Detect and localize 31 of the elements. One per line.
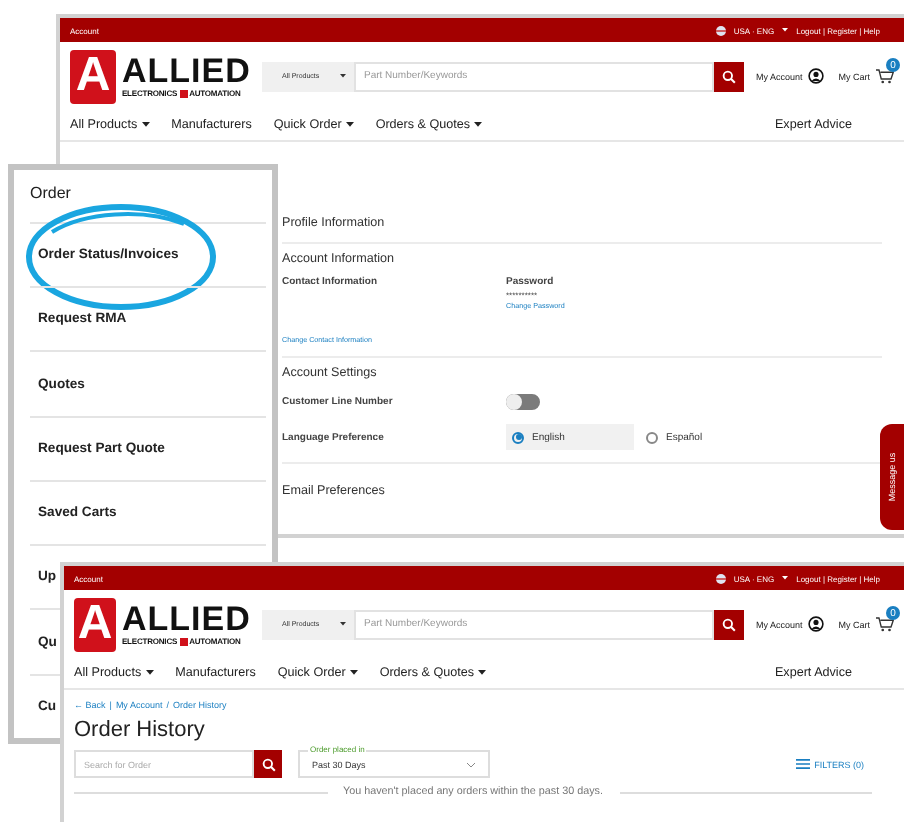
search-button[interactable]: [713, 609, 744, 639]
caret-icon: [345, 122, 354, 128]
panel-title: Order: [30, 184, 73, 206]
line-number-toggle[interactable]: [506, 394, 540, 410]
logo-mark: A: [74, 597, 116, 651]
chevron-down-icon: [466, 761, 476, 767]
flag-icon: [715, 25, 726, 35]
page-title: Order History: [74, 718, 207, 742]
cart-icon[interactable]: [876, 616, 894, 632]
caret-icon: [478, 670, 487, 676]
filter-icon: [796, 758, 811, 770]
flag-icon: [715, 573, 726, 583]
user-icon[interactable]: [808, 616, 825, 632]
search-icon: [721, 617, 736, 631]
caret-icon: [141, 122, 150, 128]
caret-icon: [474, 122, 483, 128]
caret-icon: [339, 622, 346, 626]
caret-icon: [339, 74, 346, 78]
logo-name: ALLIED: [121, 602, 250, 636]
user-icon[interactable]: [808, 68, 825, 84]
caret-icon: [349, 670, 358, 676]
logo-name: ALLIED: [121, 54, 250, 88]
search-button[interactable]: [254, 750, 282, 778]
logo-mark: A: [70, 49, 116, 103]
caret-icon: [782, 576, 789, 580]
search-icon: [261, 757, 275, 771]
search-button[interactable]: [713, 61, 744, 91]
cart-icon[interactable]: [876, 68, 894, 84]
search-icon: [721, 69, 736, 83]
caret-icon: [145, 670, 154, 676]
caret-icon: [782, 28, 789, 32]
